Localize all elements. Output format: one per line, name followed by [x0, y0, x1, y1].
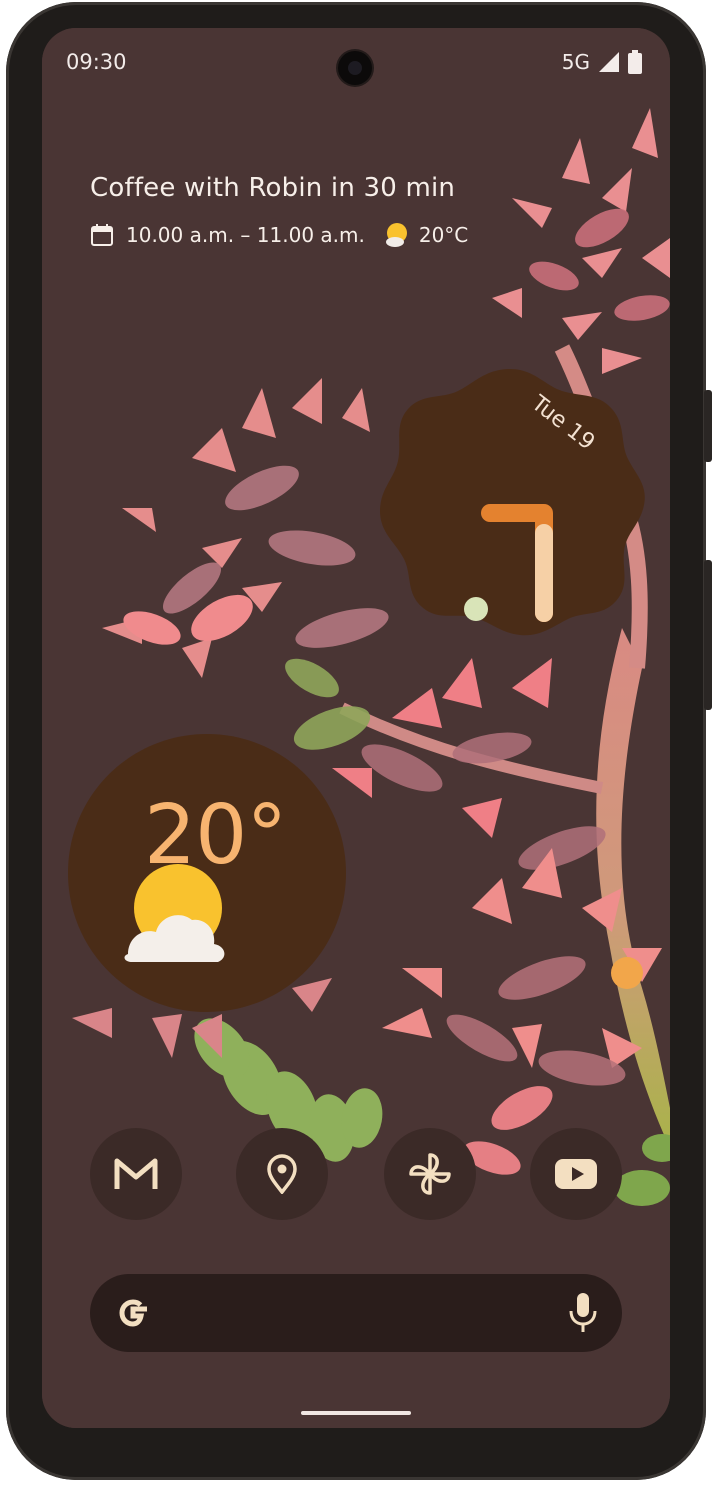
- event-time: 10.00 a.m. – 11.00 a.m.: [126, 223, 365, 247]
- status-icons: 5G: [562, 50, 642, 74]
- partly-sunny-icon: [385, 223, 407, 247]
- at-a-glance[interactable]: Coffee with Robin in 30 min 10.00 a.m. –…: [90, 173, 468, 249]
- power-button: [704, 390, 712, 462]
- microphone-icon[interactable]: [568, 1291, 598, 1335]
- gesture-nav-handle[interactable]: [301, 1411, 411, 1415]
- gmail-icon: [114, 1158, 158, 1189]
- event-details: 10.00 a.m. – 11.00 a.m. 20°C: [90, 221, 468, 249]
- status-time: 09:30: [66, 50, 127, 74]
- youtube-icon: [555, 1159, 597, 1189]
- dock-app-pinwheel[interactable]: [384, 1128, 476, 1220]
- weather-widget[interactable]: 20°: [62, 728, 352, 1018]
- pinwheel-icon: [409, 1153, 451, 1195]
- event-title: Coffee with Robin in 30 min: [90, 173, 456, 203]
- dock-app-gmail[interactable]: [90, 1128, 182, 1220]
- battery-icon: [628, 50, 642, 74]
- volume-button: [704, 560, 712, 710]
- clock-widget[interactable]: Tue 19: [372, 363, 648, 639]
- clock-shape: [380, 369, 645, 636]
- dock-app-maps[interactable]: [236, 1128, 328, 1220]
- google-search-bar[interactable]: [90, 1274, 622, 1352]
- home-screen: 09:30 5G Coffee with Robin in 30 min 10.…: [42, 28, 670, 1428]
- partly-sunny-icon: [124, 864, 225, 962]
- google-g-icon[interactable]: [112, 1292, 154, 1334]
- glance-temperature: 20°C: [418, 223, 469, 247]
- signal-icon: [599, 52, 619, 72]
- app-dock: [90, 1128, 622, 1220]
- front-camera: [338, 51, 372, 85]
- dock-app-youtube[interactable]: [530, 1128, 622, 1220]
- network-label: 5G: [561, 50, 590, 74]
- calendar-icon: [91, 224, 113, 246]
- maps-pin-icon: [267, 1154, 297, 1194]
